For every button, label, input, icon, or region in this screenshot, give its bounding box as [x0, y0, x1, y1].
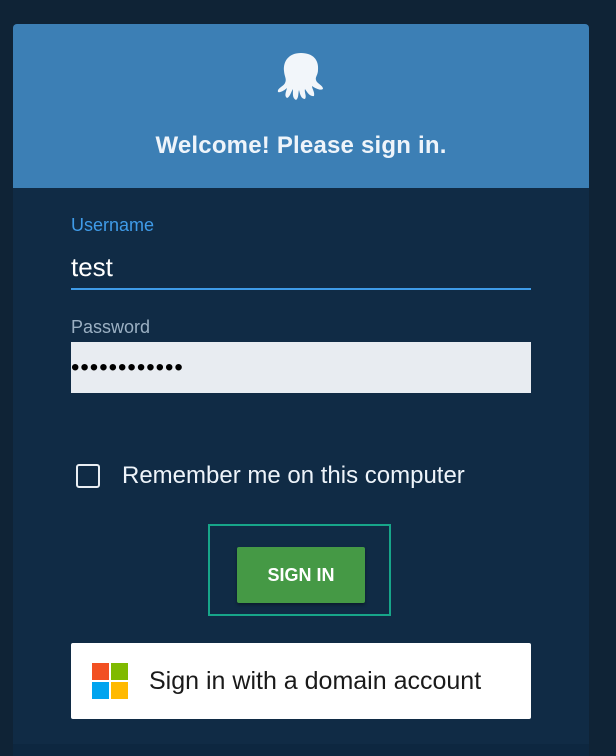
microsoft-logo-red-square — [92, 663, 109, 680]
login-header: Welcome! Please sign in. — [13, 24, 589, 188]
microsoft-logo-icon — [92, 663, 128, 699]
octopus-logo-icon — [277, 53, 323, 100]
domain-sign-in-label: Sign in with a domain account — [149, 666, 482, 695]
login-page: Welcome! Please sign in. Username Passwo… — [0, 0, 616, 756]
domain-sign-in-button[interactable]: Sign in with a domain account — [71, 643, 531, 719]
card-footer-band — [13, 744, 589, 756]
microsoft-logo-blue-square — [92, 682, 109, 699]
remember-me-label[interactable]: Remember me on this computer — [122, 462, 465, 490]
microsoft-logo-green-square — [111, 663, 128, 680]
welcome-heading: Welcome! Please sign in. — [155, 132, 447, 159]
password-input[interactable] — [71, 342, 531, 393]
login-card: Welcome! Please sign in. Username Passwo… — [13, 24, 589, 756]
username-label: Username — [71, 215, 155, 235]
microsoft-logo-yellow-square — [111, 682, 128, 699]
sign-in-button[interactable]: SIGN IN — [237, 547, 365, 603]
remember-me-checkbox[interactable] — [76, 464, 100, 488]
remember-me-row[interactable]: Remember me on this computer — [76, 460, 465, 492]
username-input[interactable] — [71, 246, 531, 290]
password-label: Password — [71, 317, 151, 337]
